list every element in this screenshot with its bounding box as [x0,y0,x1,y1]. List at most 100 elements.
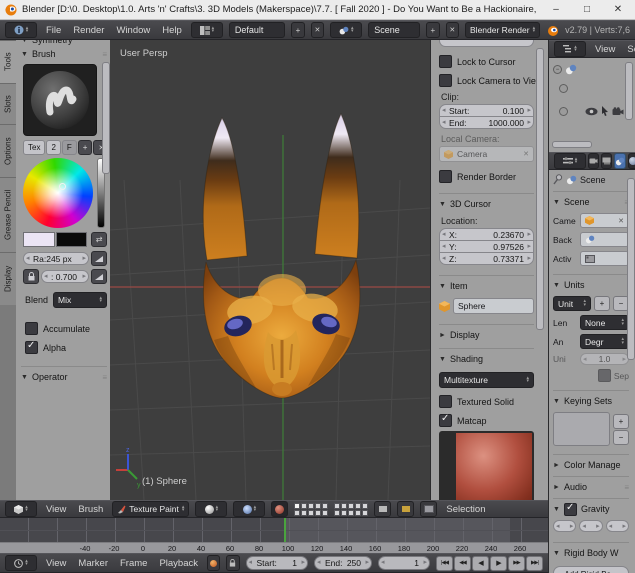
radius-pressure-button[interactable] [91,251,107,266]
outliner-hscrollbar[interactable] [552,141,592,148]
mask-icon-button[interactable] [374,501,392,517]
outliner-tree[interactable]: − [549,58,635,152]
menu-marker[interactable]: Marker [75,558,111,569]
length-dropdown[interactable]: None [580,315,629,330]
matcap-checkbox[interactable] [439,413,452,427]
gravity-z-slider[interactable] [605,520,629,532]
delete-scene-button[interactable] [445,22,460,38]
unit-preset-dropdown[interactable]: Unit [553,296,591,311]
gravity-y-slider[interactable] [579,520,603,532]
secondary-color-swatch[interactable] [55,232,88,247]
outliner-row-scene[interactable]: − [553,64,577,75]
lock-to-cursor-checkbox[interactable] [439,55,452,68]
menu-window[interactable]: Window [113,25,153,36]
frame-end-field[interactable]: End: 250 [314,556,372,570]
menu-render[interactable]: Render [70,25,107,36]
menu-view[interactable]: View [592,44,618,55]
swap-colors-button[interactable] [91,232,107,247]
editor-type-button-3dview[interactable] [5,501,37,517]
collapse-circle-icon[interactable] [559,84,568,93]
separate-units-checkbox[interactable] [597,369,611,382]
collapse-circle-icon[interactable]: − [553,65,562,74]
current-frame-line[interactable] [284,518,286,542]
panel-header-gravity[interactable]: Gravity [553,498,629,516]
panel-header-color-management[interactable]: Color Manage [553,454,629,472]
next-keyframe-button[interactable] [508,555,525,571]
panel-header-operator[interactable]: Operator [21,366,107,384]
lock-camera-checkbox[interactable] [439,74,452,87]
add-rigid-body-world-button[interactable]: Add Rigid Bo... [553,566,629,573]
stencil-icon-button[interactable] [397,501,415,517]
add-layout-button[interactable] [291,22,305,38]
menu-search[interactable]: Sea [624,44,635,55]
panel-header-keying-sets[interactable]: Keying Sets [553,390,629,408]
viewport-shading-dropdown[interactable] [195,501,228,517]
jump-to-end-button[interactable] [526,555,543,571]
tab-slots[interactable]: Slots [0,83,16,124]
add-texture-button[interactable] [77,140,93,155]
background-scene-field[interactable] [580,232,629,247]
cursor-z-slider[interactable]: Z: 0.73371 [439,252,534,265]
clipped-widget[interactable] [439,40,534,47]
visibility-eye-icon[interactable] [585,107,598,116]
mode-dropdown[interactable]: Texture Paint [112,501,190,517]
matcap-toggle-button[interactable] [271,501,289,517]
menu-view[interactable]: View [43,558,69,569]
keying-lock-button[interactable] [226,555,240,571]
menu-file[interactable]: File [43,25,64,36]
panel-header-audio[interactable]: Audio [553,476,629,494]
editor-type-button-info[interactable] [5,22,37,38]
alpha-checkbox[interactable] [25,340,38,354]
maximize-button[interactable]: □ [574,2,600,18]
keying-sets-list[interactable] [553,412,610,446]
properties-scrollbar[interactable] [627,178,635,360]
renderable-camera-icon[interactable] [612,106,624,116]
close-button[interactable]: ✕ [605,2,631,18]
panel-header-units[interactable]: Units [553,274,629,292]
viewport-3d[interactable]: zy User Persp (1) Sphere [110,40,430,500]
object-name-field[interactable]: Sphere [453,298,534,314]
layout-name-field[interactable]: Default [228,22,286,38]
add-preset-button[interactable] [594,296,610,311]
tab-options[interactable]: Options [0,124,16,177]
tab-display[interactable]: Display [0,252,16,305]
timeline-tracks[interactable] [0,518,548,542]
shading-mode-dropdown[interactable]: Multitexture [439,372,534,388]
menu-view[interactable]: View [43,504,69,515]
selectable-cursor-icon[interactable] [601,106,609,116]
menu-playback[interactable]: Playback [156,558,201,569]
unit-scale-slider[interactable]: 1.0 [580,353,629,365]
menu-help[interactable]: Help [159,25,185,36]
brush-preview[interactable] [23,64,97,136]
layers-grid-1[interactable] [294,502,329,516]
play-reverse-button[interactable] [472,555,489,571]
play-button[interactable] [490,555,507,571]
active-clip-field[interactable] [580,251,629,266]
texture-button[interactable]: Tex [23,140,46,155]
record-button[interactable] [207,555,221,571]
frame-start-field[interactable]: Start: 1 [245,556,308,570]
textured-solid-checkbox[interactable] [439,395,452,408]
render-engine-dropdown[interactable]: Blender Render [465,22,541,38]
tab-tools[interactable]: Tools [0,40,16,83]
gravity-checkbox[interactable] [563,502,577,516]
panel-header-scene[interactable]: Scene [553,191,629,209]
scene-camera-field[interactable] [580,213,629,228]
strength-lock-button[interactable] [23,269,39,284]
tool-shelf-scrollbar[interactable] [102,62,110,174]
matcap-preview[interactable] [439,431,534,500]
screencast-icon-button[interactable] [420,501,438,517]
menu-brush[interactable]: Brush [75,504,106,515]
screen-layout-button[interactable] [190,22,223,38]
color-wheel[interactable] [23,158,93,228]
layers-grid-2[interactable] [334,502,369,516]
brush-radius-slider[interactable]: Ra:245 px [23,252,89,265]
remove-keying-set-button[interactable]: − [613,429,629,445]
render-border-checkbox[interactable] [439,170,452,183]
fake-user-button[interactable]: F [61,140,77,155]
outliner-row-object[interactable] [559,106,624,116]
brush-strength-slider[interactable]: : 0.700 [41,270,89,283]
timeline-ruler[interactable]: -40 -20 0 20 40 60 80 100 120 140 160 18… [0,542,548,553]
angle-dropdown[interactable]: Degr [580,334,629,349]
add-scene-button[interactable] [426,22,440,38]
